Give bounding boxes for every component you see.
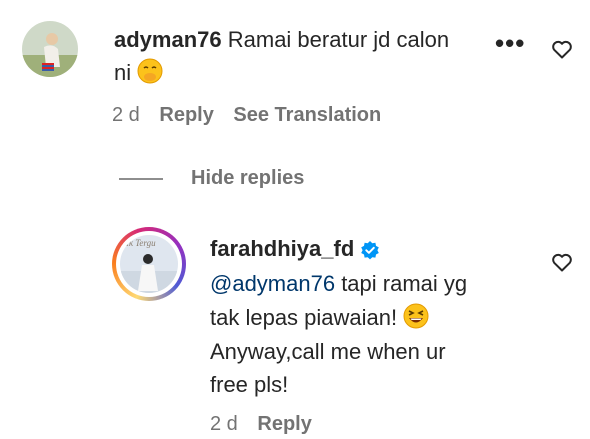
comment-text-line2-wrap: ni: [114, 58, 163, 92]
hide-replies-button[interactable]: Hide replies: [191, 167, 304, 190]
comment-meta: 2 d Reply See Translation: [112, 104, 381, 127]
reply-text-line4: free pls!: [210, 370, 288, 400]
reply-mention-link[interactable]: @adyman76: [210, 271, 335, 296]
reply-header: farahdhiya_fd: [210, 234, 380, 268]
replies-divider: [119, 178, 163, 180]
reply-text-line1: @adyman76 tapi ramai yg: [210, 269, 467, 299]
reply-line1-text: tapi ramai yg: [335, 271, 468, 296]
reply-meta: 2 d Reply: [210, 413, 312, 436]
reply-avatar[interactable]: Ik Tergu: [120, 235, 178, 293]
verified-badge-icon: [360, 238, 380, 268]
face-hand-over-mouth-emoji-icon: [137, 58, 163, 92]
reply-time: 2 d: [210, 413, 238, 435]
comment-text: adyman76 Ramai beratur jd calon: [114, 25, 449, 55]
reply-username[interactable]: farahdhiya_fd: [210, 236, 354, 261]
comment-time: 2 d: [112, 104, 140, 126]
reply-line3-text: Anyway,call me when ur: [210, 339, 446, 364]
comment-avatar[interactable]: [22, 21, 78, 77]
comment-reply-button[interactable]: Reply: [159, 104, 213, 126]
see-translation-button[interactable]: See Translation: [233, 104, 381, 126]
hide-replies-label: Hide replies: [191, 167, 305, 189]
grinning-squinting-emoji-icon: [403, 303, 429, 337]
heart-icon[interactable]: [550, 250, 574, 274]
heart-icon[interactable]: [550, 37, 574, 61]
comment-text-line1: Ramai beratur jd calon: [227, 27, 450, 52]
reply-text-line2: tak lepas piawaian!: [210, 303, 429, 337]
comment-username[interactable]: adyman76: [114, 27, 222, 52]
reply-text-line3: Anyway,call me when ur: [210, 337, 446, 367]
reply-line4-text: free pls!: [210, 372, 289, 397]
more-options-icon[interactable]: •••: [495, 28, 525, 59]
reply-line2-text: tak lepas piawaian!: [210, 305, 398, 330]
comment-text-line2: ni: [114, 60, 132, 85]
reply-reply-button[interactable]: Reply: [257, 413, 311, 435]
avatar-overlay-text: Ik Tergu: [126, 238, 156, 248]
